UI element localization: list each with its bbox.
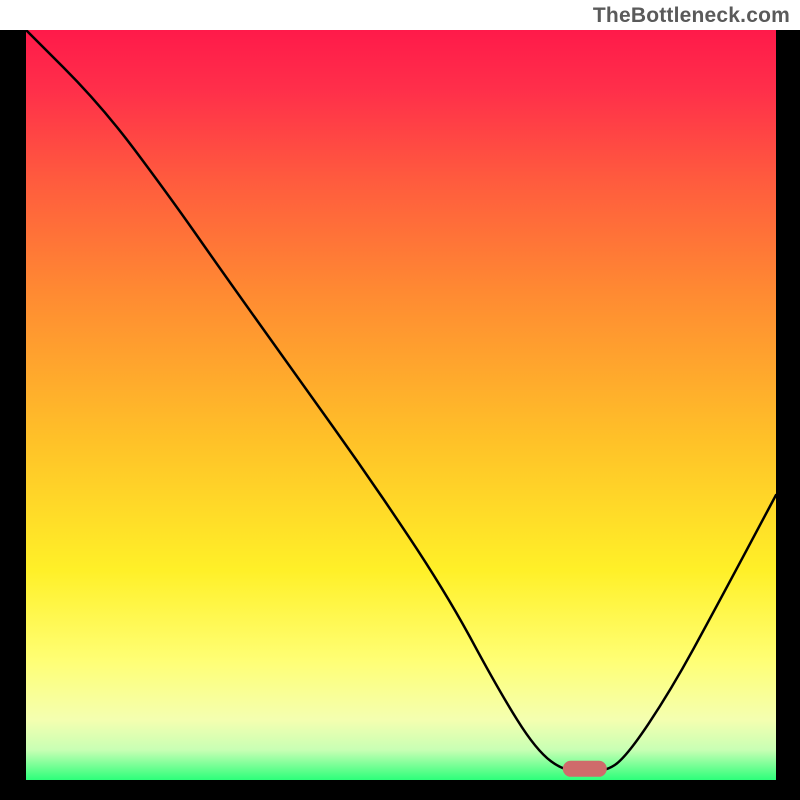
bottleneck-chart [0,0,800,800]
optimal-marker [563,761,607,777]
chart-container: TheBottleneck.com [0,0,800,800]
watermark-text: TheBottleneck.com [593,4,790,28]
gradient-background [26,30,776,780]
